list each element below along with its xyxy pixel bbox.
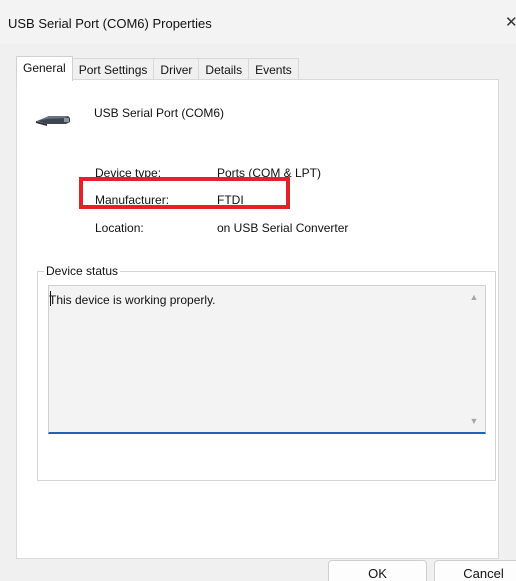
tab-details[interactable]: Details <box>199 58 250 81</box>
window-title: USB Serial Port (COM6) Properties <box>8 16 212 31</box>
tab-driver[interactable]: Driver <box>154 58 200 81</box>
scroll-up-arrow-icon[interactable]: ▲ <box>468 291 480 303</box>
manufacturer-highlight-box <box>79 177 290 209</box>
scroll-down-arrow-icon[interactable]: ▼ <box>468 415 480 427</box>
usb-connector-icon <box>36 116 70 126</box>
device-status-legend: Device status <box>44 264 121 278</box>
tab-strip: General Port Settings Driver Details Eve… <box>16 56 299 81</box>
location-value: on USB Serial Converter <box>217 221 349 235</box>
cancel-button[interactable]: Cancel <box>434 560 516 581</box>
tab-events[interactable]: Events <box>249 58 299 81</box>
ok-button[interactable]: OK <box>328 560 427 581</box>
tab-port-settings[interactable]: Port Settings <box>72 58 155 81</box>
title-bar[interactable]: USB Serial Port (COM6) Properties ✕ <box>0 0 516 44</box>
device-status-text: This device is working properly. <box>49 293 216 307</box>
close-icon[interactable]: ✕ <box>505 13 516 31</box>
device-status-textbox[interactable] <box>48 285 486 434</box>
tab-general[interactable]: General <box>16 56 73 81</box>
location-label: Location: <box>95 221 144 235</box>
properties-dialog: USB Serial Port (COM6) Properties ✕ Gene… <box>0 0 516 581</box>
device-name: USB Serial Port (COM6) <box>94 106 225 120</box>
